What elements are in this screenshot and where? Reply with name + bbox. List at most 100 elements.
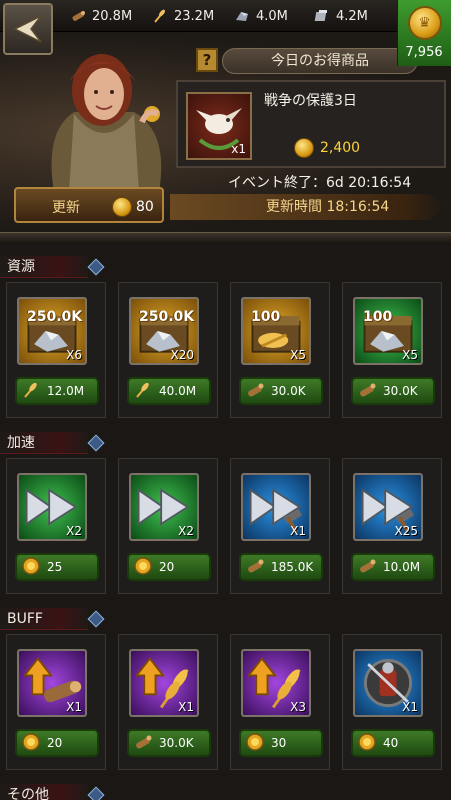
item-qty: X20: [170, 348, 195, 362]
item-icon-frame[interactable]: X1: [17, 649, 87, 717]
price-value: 12.0M: [47, 384, 85, 398]
section-label: 加速: [0, 432, 88, 454]
gold-coin-icon: [245, 732, 265, 755]
item-qty: X25: [394, 524, 419, 538]
item-qty: X2: [66, 524, 82, 538]
section-diamond-icon: [87, 258, 105, 276]
panel-divider: [0, 232, 451, 244]
item-qty: X3: [290, 700, 306, 714]
item-icon-frame[interactable]: X25: [353, 473, 423, 541]
item-icon-frame[interactable]: X3: [241, 649, 311, 717]
wheat-icon: [133, 380, 153, 403]
shop-item-card[interactable]: 100 X5 30.0K: [230, 282, 330, 418]
offer-item-qty: x1: [231, 142, 246, 156]
refresh-cost-value: 80: [136, 199, 154, 215]
offer-item-box[interactable]: x1 戦争の保護3日 2,400: [176, 80, 446, 168]
item-qty: X5: [290, 348, 306, 362]
price-value: 30: [271, 736, 287, 750]
resource-iron-value: 4.0M: [256, 8, 288, 24]
shop-item-card[interactable]: X1 30.0K: [118, 634, 218, 770]
section-label: 資源: [0, 256, 88, 278]
price-value: 30.0K: [159, 736, 194, 750]
refresh-button[interactable]: 更新 80: [14, 187, 164, 223]
merchant-portrait: [51, 54, 162, 192]
section-label: その他: [0, 784, 88, 800]
offer-item-slot[interactable]: x1: [186, 92, 252, 160]
offer-price-value: 2,400: [320, 140, 361, 156]
refresh-time: 更新時間 18:16:54: [170, 194, 446, 220]
item-amount-badge: 100: [363, 309, 393, 325]
back-button[interactable]: [3, 3, 53, 55]
buy-button[interactable]: 40: [351, 729, 435, 757]
shop-item-card[interactable]: 100 X5 30.0K: [342, 282, 442, 418]
offer-title: 今日のお得商品: [222, 48, 418, 74]
buy-button[interactable]: 20: [127, 553, 211, 581]
buy-button[interactable]: 25: [15, 553, 99, 581]
price-value: 25: [47, 560, 63, 574]
item-amount-badge: 100: [251, 309, 281, 325]
price-value: 185.0K: [271, 560, 314, 574]
stone-icon: [314, 10, 327, 21]
help-button[interactable]: ?: [196, 48, 218, 72]
buy-button[interactable]: 12.0M: [15, 377, 99, 405]
refresh-label: 更新: [52, 200, 80, 216]
item-icon-frame[interactable]: X2: [129, 473, 199, 541]
buy-button[interactable]: 10.0M: [351, 553, 435, 581]
resource-wood: 20.8M: [70, 6, 132, 26]
wood-icon: [357, 380, 377, 403]
buy-button[interactable]: 20: [15, 729, 99, 757]
buy-button[interactable]: 30.0K: [127, 729, 211, 757]
item-icon-frame[interactable]: X1: [241, 473, 311, 541]
buy-button[interactable]: 30.0K: [239, 377, 323, 405]
offer-price: 2,400: [294, 138, 360, 158]
wood-icon: [72, 11, 85, 21]
wood-icon: [245, 380, 265, 403]
shop-item-card[interactable]: X1 185.0K: [230, 458, 330, 594]
item-icon-frame[interactable]: X1: [353, 649, 423, 717]
wood-icon: [357, 556, 377, 579]
price-value: 10.0M: [383, 560, 421, 574]
price-value: 20: [159, 560, 175, 574]
resource-stone-value: 4.2M: [336, 8, 368, 24]
item-icon-frame[interactable]: 100 X5: [241, 297, 311, 365]
shop-item-card[interactable]: X3 30: [230, 634, 330, 770]
buy-button[interactable]: 30.0K: [351, 377, 435, 405]
item-qty: X1: [66, 700, 82, 714]
buy-button[interactable]: 40.0M: [127, 377, 211, 405]
shop-item-card[interactable]: X1 40: [342, 634, 442, 770]
shop-item-card[interactable]: X25 10.0M: [342, 458, 442, 594]
refresh-cost: 80: [112, 197, 154, 217]
resource-iron: 4.0M: [234, 6, 288, 26]
gold-coin-icon: [294, 138, 314, 158]
shop-item-card[interactable]: X2 25: [6, 458, 106, 594]
item-qty: X5: [402, 348, 418, 362]
shop-item-card[interactable]: 250.0K X20 40.0M: [118, 282, 218, 418]
back-arrow-icon: [13, 15, 42, 43]
item-icon-frame[interactable]: X2: [17, 473, 87, 541]
item-icon-frame[interactable]: 250.0K X6: [17, 297, 87, 365]
item-qty: X1: [402, 700, 418, 714]
item-icon-frame[interactable]: X1: [129, 649, 199, 717]
item-qty: X2: [178, 524, 194, 538]
price-value: 30.0K: [271, 384, 306, 398]
price-value: 40: [383, 736, 399, 750]
gold-coin-icon: [21, 556, 41, 579]
shop-item-card[interactable]: X2 20: [118, 458, 218, 594]
shop-item-card[interactable]: X1 20: [6, 634, 106, 770]
resource-stone: 4.2M: [314, 6, 368, 26]
shop-item-card[interactable]: 250.0K X6 12.0M: [6, 282, 106, 418]
buy-button[interactable]: 30: [239, 729, 323, 757]
daily-offer-panel: ? 今日のお得商品 x1 戦争の保護3日 2,400 イベント終了：6d 20:…: [0, 32, 451, 232]
section-diamond-icon: [87, 786, 105, 800]
item-qty: X1: [178, 700, 194, 714]
item-icon-frame[interactable]: 250.0K X20: [129, 297, 199, 365]
item-icon-frame[interactable]: 100 X5: [353, 297, 423, 365]
section-label: BUFF: [0, 608, 88, 630]
buy-button[interactable]: 185.0K: [239, 553, 323, 581]
wheat-icon: [21, 380, 41, 403]
wood-icon: [133, 732, 153, 755]
wheat-icon: [154, 9, 165, 23]
wood-icon: [245, 556, 265, 579]
section-diamond-icon: [87, 610, 105, 628]
event-end-timer: イベント終了：6d 20:16:54: [228, 175, 412, 191]
